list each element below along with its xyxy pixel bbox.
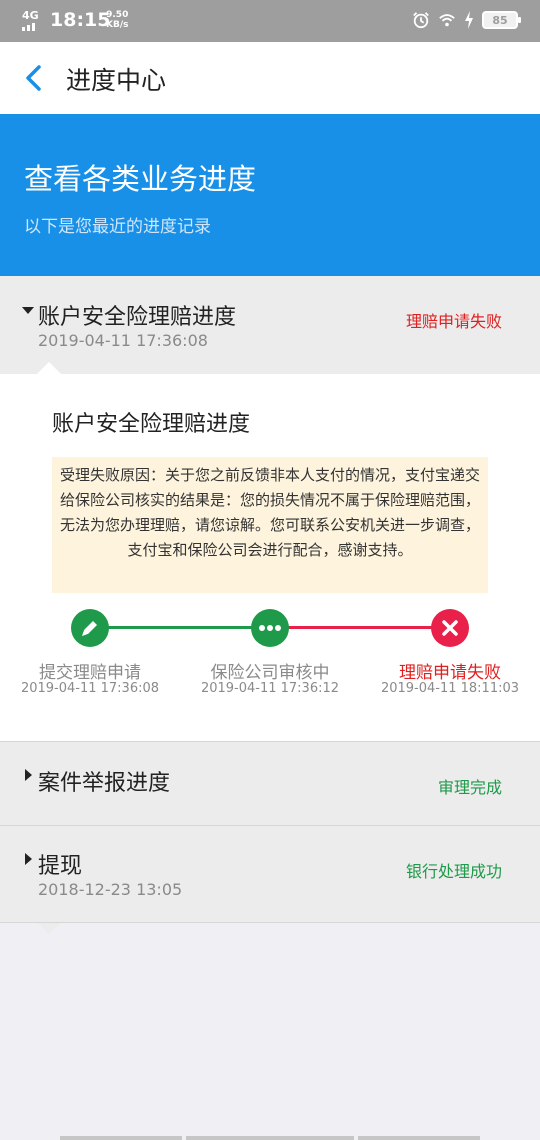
record-title: 账户安全险理赔进度 — [38, 305, 237, 330]
step-date: 2019-04-11 17:36:08 — [20, 681, 160, 696]
pointer-notch — [37, 362, 61, 374]
net-speed-value: 9.50 — [106, 10, 129, 20]
pointer-notch — [37, 922, 61, 934]
signal-icon — [22, 23, 39, 31]
failure-reason: 受理失败原因：关于您之前反馈非本人支付的情况，支付宝递交给保险公司核实的结果是：… — [52, 457, 488, 593]
record-status: 理赔申请失败 — [405, 312, 502, 331]
back-arrow-icon[interactable] — [22, 64, 46, 92]
navbar: 进度中心 — [0, 42, 540, 114]
network-indicator: 4G — [22, 10, 39, 31]
battery-level: 85 — [492, 13, 508, 27]
banner: 查看各类业务进度 以下是您最近的进度记录 — [0, 114, 540, 276]
record-title: 提现 — [38, 854, 83, 879]
nav-hint-bar — [186, 1136, 354, 1140]
close-icon — [431, 609, 469, 647]
clock: 18:15 — [50, 9, 111, 31]
dots-icon — [251, 609, 289, 647]
charging-icon — [465, 11, 473, 29]
wifi-icon — [439, 14, 455, 27]
page-title: 进度中心 — [66, 66, 167, 95]
banner-title: 查看各类业务进度 — [24, 162, 257, 196]
net-speed-unit: KB/s — [106, 20, 129, 30]
status-bar: 4G 18:15 9.50 KB/s 85 — [0, 0, 540, 42]
step-label: 保险公司审核中 — [210, 663, 330, 683]
nav-hint-bar — [60, 1136, 182, 1140]
record-date: 2018-12-23 13:05 — [38, 880, 183, 899]
caret-down-icon — [22, 307, 34, 314]
net-speed: 9.50 KB/s — [106, 10, 128, 30]
caret-right-icon — [25, 853, 32, 865]
pencil-icon — [71, 609, 109, 647]
step-label: 提交理赔申请 — [39, 663, 141, 683]
step-date: 2019-04-11 17:36:12 — [200, 681, 340, 696]
alarm-icon — [413, 12, 429, 29]
status-icons: 85 — [412, 10, 521, 30]
caret-right-icon — [25, 769, 32, 781]
progress-line-failed — [288, 626, 434, 629]
divider — [0, 922, 540, 923]
step-label: 理赔申请失败 — [399, 663, 501, 683]
record-date: 2019-04-11 17:36:08 — [38, 331, 208, 350]
record-title: 案件举报进度 — [38, 771, 171, 796]
detail-title: 账户安全险理赔进度 — [52, 412, 251, 437]
banner-subtitle: 以下是您最近的进度记录 — [24, 217, 211, 237]
nav-hint-bar — [358, 1136, 480, 1140]
record-status: 审理完成 — [437, 778, 502, 797]
record-header-claim[interactable]: 账户安全险理赔进度 2019-04-11 17:36:08 理赔申请失败 — [0, 276, 540, 374]
record-status: 银行处理成功 — [405, 862, 502, 881]
progress-line-complete — [108, 626, 254, 629]
battery-icon: 85 — [482, 11, 521, 29]
record-header-withdraw[interactable]: 提现 2018-12-23 13:05 银行处理成功 — [0, 826, 540, 934]
network-type: 4G — [22, 9, 39, 22]
record-header-report[interactable]: 案件举报进度 审理完成 — [0, 742, 540, 825]
claim-detail-card: 账户安全险理赔进度 受理失败原因：关于您之前反馈非本人支付的情况，支付宝递交给保… — [0, 374, 540, 742]
step-date: 2019-04-11 18:11:03 — [380, 681, 520, 696]
